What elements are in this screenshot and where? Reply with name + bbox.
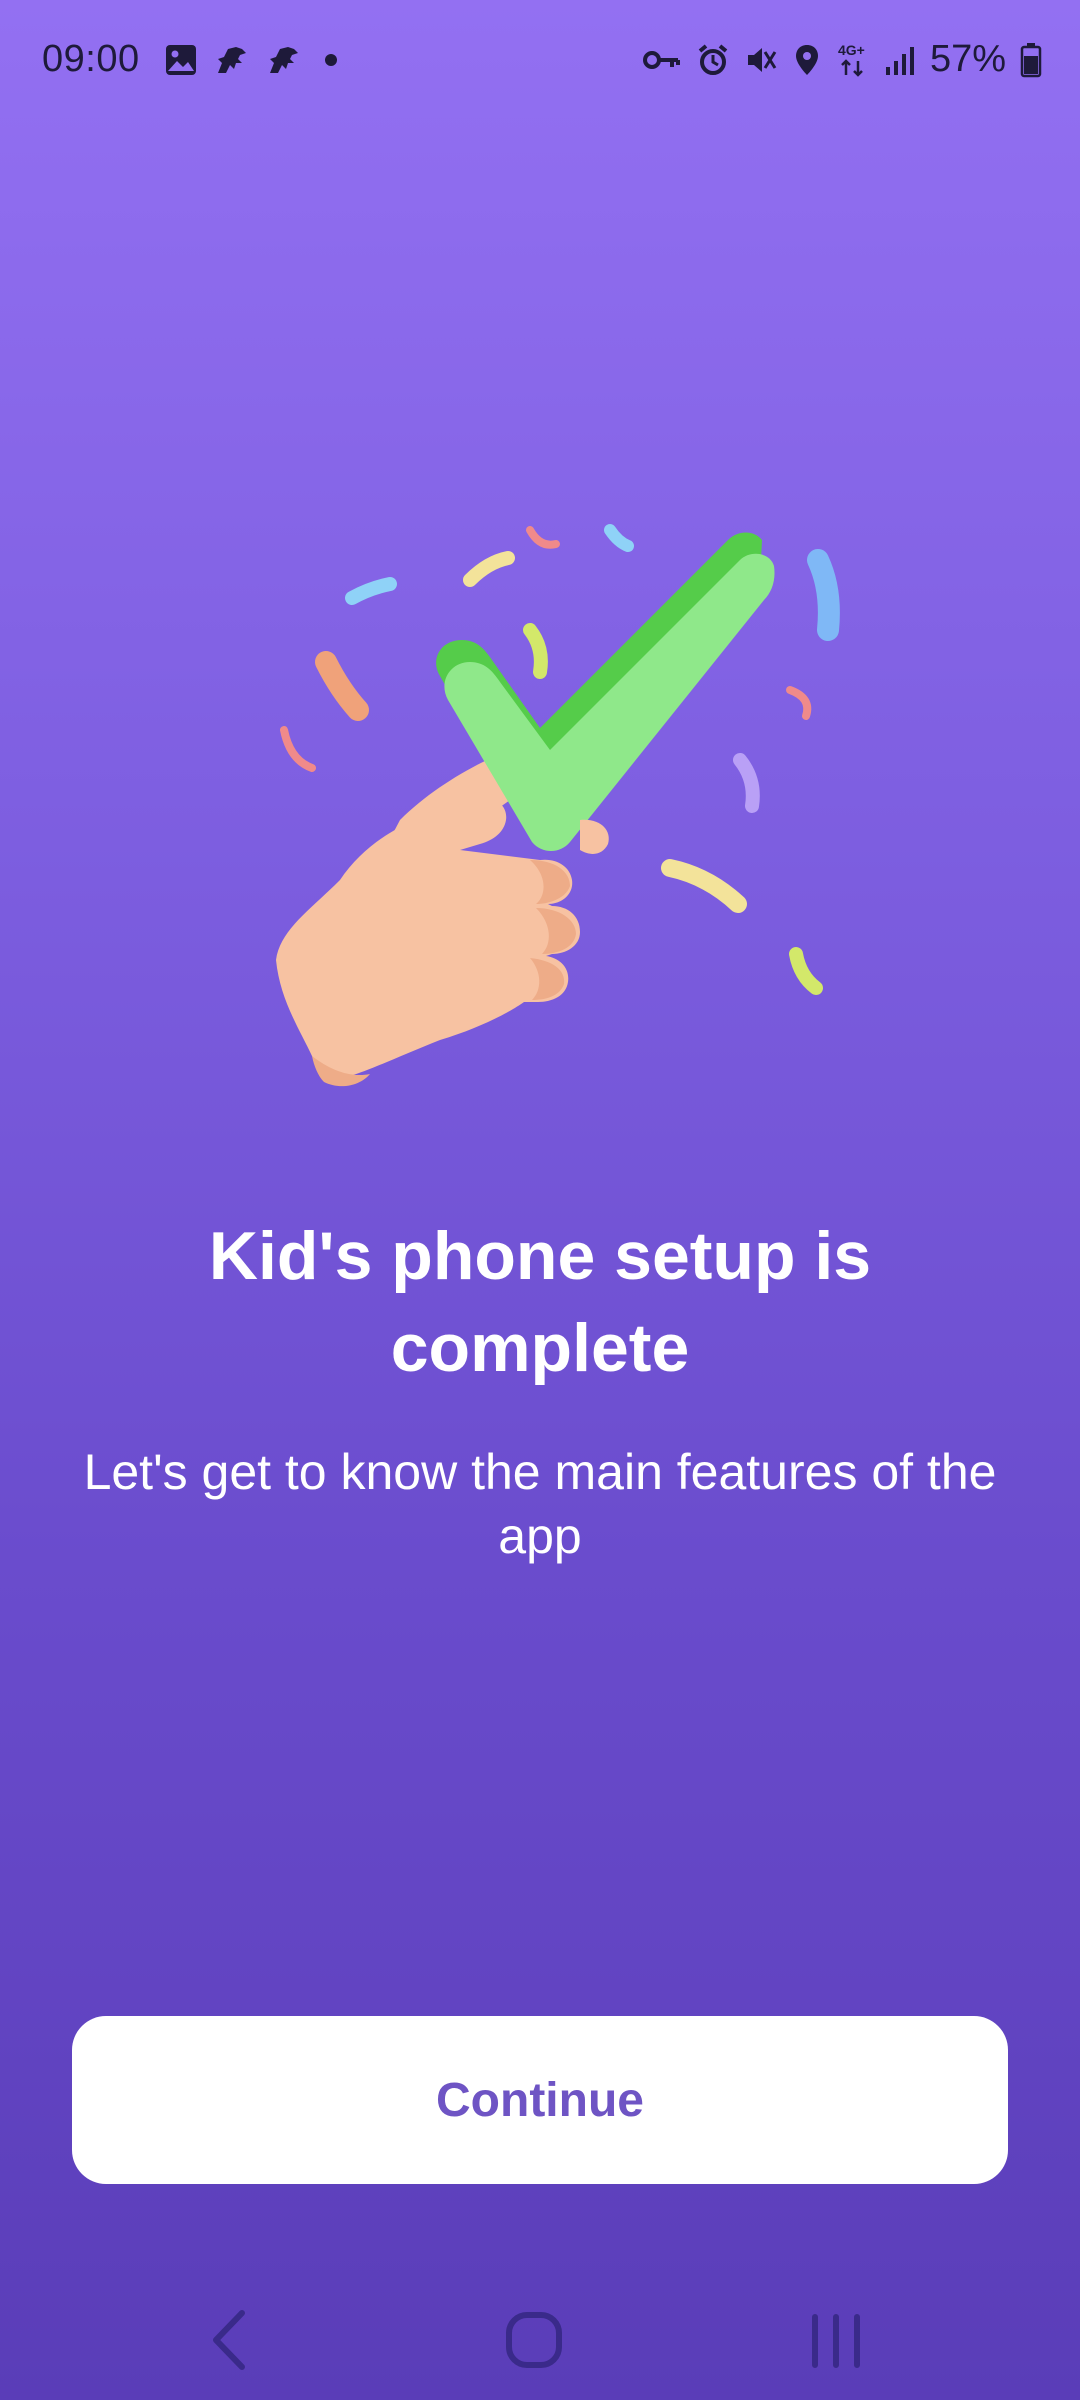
hand-holding-checkmark-icon	[240, 500, 860, 1100]
confetti-piece	[345, 577, 397, 605]
status-right: 4G+ 57%	[642, 38, 1042, 81]
status-left: 09:00	[42, 38, 346, 81]
vpn-key-icon	[642, 43, 682, 77]
alarm-icon	[696, 43, 730, 77]
confetti-piece	[661, 859, 747, 913]
back-icon	[213, 2310, 245, 2370]
confetti-piece	[280, 726, 316, 772]
confetti-piece	[526, 526, 560, 549]
recents-button[interactable]	[786, 2290, 886, 2390]
confetti-piece	[786, 686, 812, 720]
mute-icon	[744, 43, 778, 77]
dino-icon	[264, 43, 302, 77]
status-time: 09:00	[42, 38, 140, 80]
setup-complete-screen: 09:00 4G+ 57% Kid's phone setup is compl…	[0, 0, 1080, 2400]
battery-icon	[1020, 42, 1042, 78]
notification-dot-icon	[316, 45, 346, 75]
confetti-piece	[604, 524, 634, 552]
continue-button[interactable]: Continue	[72, 2016, 1008, 2184]
battery-percent: 57%	[929, 38, 1006, 80]
location-icon	[792, 43, 822, 77]
status-bar: 09:00 4G+ 57%	[0, 0, 1080, 124]
home-icon	[506, 2312, 562, 2368]
network-4g-icon: 4G+	[836, 41, 870, 79]
home-button[interactable]	[484, 2290, 584, 2390]
dino-icon	[212, 43, 250, 77]
back-button[interactable]	[180, 2290, 280, 2390]
confetti-piece	[789, 947, 823, 995]
signal-icon	[884, 43, 916, 77]
recents-icon	[812, 2314, 860, 2368]
confetti-piece	[463, 551, 515, 587]
confetti-piece	[315, 651, 369, 721]
page-title: Kid's phone setup is complete	[208, 1218, 872, 1386]
confetti-piece	[733, 753, 760, 813]
gallery-icon	[164, 43, 198, 77]
page-subtitle: Let's get to know the main features of t…	[83, 1444, 997, 1564]
svg-text:4G+: 4G+	[838, 42, 865, 58]
confetti-piece	[523, 623, 548, 679]
system-nav-bar	[0, 2280, 1080, 2400]
confetti-piece	[807, 549, 840, 641]
